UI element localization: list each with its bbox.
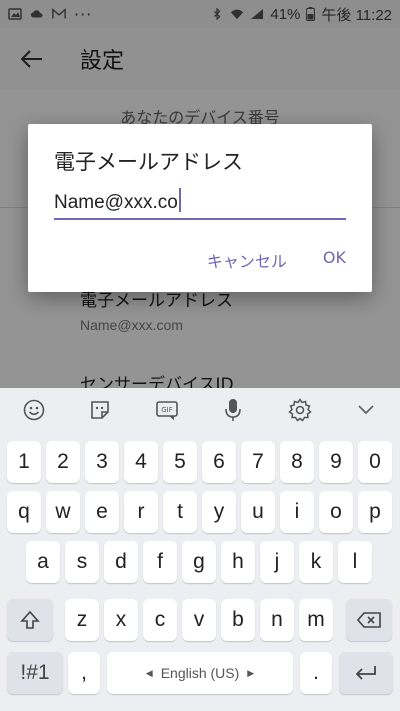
key-r[interactable]: r — [124, 491, 158, 533]
email-input[interactable]: Name@xxx.co — [54, 188, 346, 220]
key-b[interactable]: b — [221, 599, 255, 641]
key-g[interactable]: g — [182, 541, 216, 583]
shift-key[interactable] — [7, 599, 53, 641]
mic-icon — [225, 399, 241, 421]
key-u[interactable]: u — [241, 491, 275, 533]
key-4[interactable]: 4 — [124, 441, 158, 483]
keyboard-settings-button[interactable] — [284, 394, 316, 426]
key-k[interactable]: k — [299, 541, 333, 583]
key-h[interactable]: h — [221, 541, 255, 583]
key-8[interactable]: 8 — [280, 441, 314, 483]
key-a[interactable]: a — [26, 541, 60, 583]
key-o[interactable]: o — [319, 491, 353, 533]
emoji-icon — [23, 399, 45, 421]
key-5[interactable]: 5 — [163, 441, 197, 483]
key-n[interactable]: n — [260, 599, 294, 641]
email-dialog: 電子メールアドレス Name@xxx.co キャンセル OK — [28, 124, 372, 292]
voice-input-button[interactable] — [217, 394, 249, 426]
key-w[interactable]: w — [46, 491, 80, 533]
gear-icon — [287, 398, 312, 422]
key-v[interactable]: v — [182, 599, 216, 641]
backspace-key[interactable] — [346, 599, 392, 641]
symbols-key[interactable]: !#1 — [7, 652, 63, 694]
key-m[interactable]: m — [299, 599, 333, 641]
key-9[interactable]: 9 — [319, 441, 353, 483]
backspace-icon — [357, 612, 381, 628]
comma-key[interactable]: , — [68, 652, 100, 694]
key-c[interactable]: c — [143, 599, 177, 641]
key-l[interactable]: l — [338, 541, 372, 583]
dialog-title: 電子メールアドレス — [54, 150, 243, 174]
space-key[interactable]: ◀ English (US) ▶ — [107, 652, 293, 694]
key-q[interactable]: q — [7, 491, 41, 533]
emoji-button[interactable] — [18, 394, 50, 426]
chevron-down-icon — [358, 405, 374, 415]
key-2[interactable]: 2 — [46, 441, 80, 483]
gif-label: GIF — [161, 406, 173, 414]
key-i[interactable]: i — [280, 491, 314, 533]
key-t[interactable]: t — [163, 491, 197, 533]
key-s[interactable]: s — [65, 541, 99, 583]
key-f[interactable]: f — [143, 541, 177, 583]
enter-key[interactable] — [339, 652, 393, 694]
sticker-icon — [91, 401, 110, 419]
enter-icon — [355, 666, 376, 680]
key-j[interactable]: j — [260, 541, 294, 583]
key-x[interactable]: x — [104, 599, 138, 641]
keyboard-toolbar: GIF — [0, 388, 400, 432]
key-3[interactable]: 3 — [85, 441, 119, 483]
gif-button[interactable]: GIF — [151, 394, 183, 426]
space-key-label: English (US) — [160, 665, 240, 681]
sticker-button[interactable] — [84, 394, 116, 426]
period-key[interactable]: . — [300, 652, 332, 694]
cancel-button[interactable]: キャンセル — [207, 248, 287, 272]
key-7[interactable]: 7 — [241, 441, 275, 483]
gif-icon: GIF — [155, 401, 178, 420]
key-d[interactable]: d — [104, 541, 138, 583]
shift-icon — [20, 610, 40, 629]
key-y[interactable]: y — [202, 491, 236, 533]
lang-left-icon: ◀ — [145, 667, 153, 678]
key-p[interactable]: p — [358, 491, 392, 533]
key-6[interactable]: 6 — [202, 441, 236, 483]
text-cursor — [178, 188, 181, 212]
keyboard: GIF 1234567890 qwertyuiop asdfghjkl zxcvbnm… — [0, 388, 400, 711]
key-z[interactable]: z — [65, 599, 99, 641]
collapse-keyboard-button[interactable] — [350, 394, 382, 426]
ok-button[interactable]: OK — [323, 248, 346, 272]
lang-right-icon: ▶ — [247, 667, 255, 678]
key-0[interactable]: 0 — [358, 441, 392, 483]
key-1[interactable]: 1 — [7, 441, 41, 483]
key-e[interactable]: e — [85, 491, 119, 533]
email-input-text: Name@xxx.co — [54, 192, 178, 213]
